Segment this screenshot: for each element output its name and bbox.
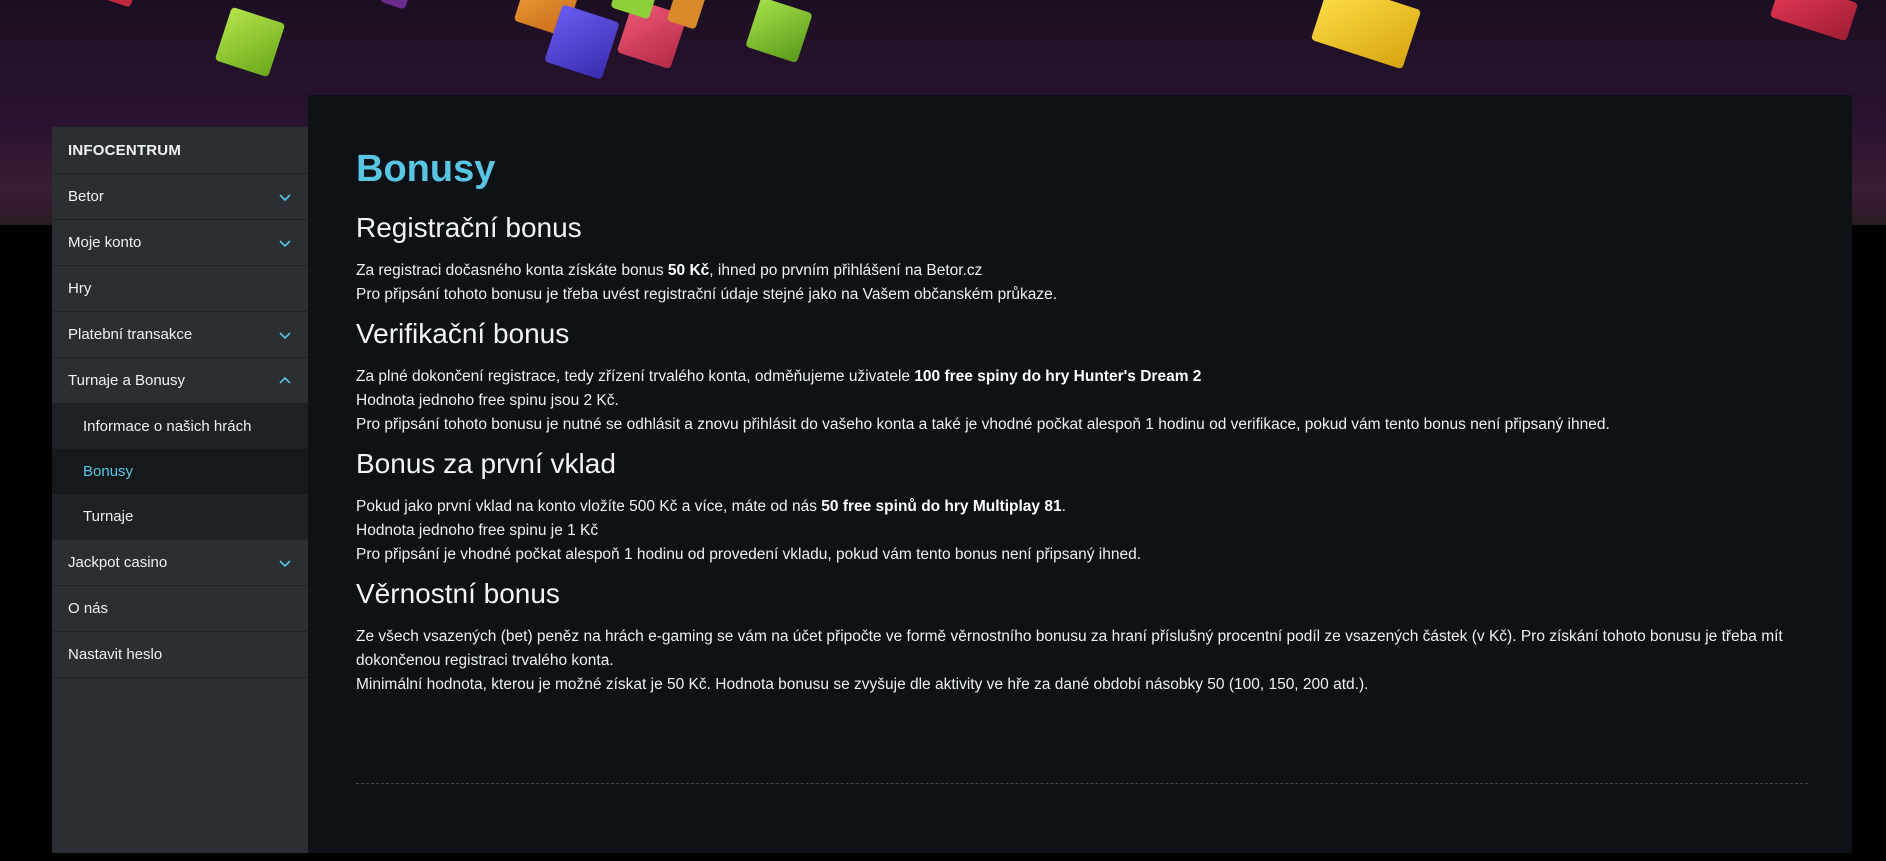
sidebar-heading: INFOCENTRUM — [52, 127, 308, 174]
sidebar-item-label: Betor — [68, 188, 104, 205]
decor-cube-red — [105, 0, 137, 8]
text-segment: Hodnota jednoho free spinu je 1 Kč — [356, 522, 599, 539]
sidebar-item-label: Nastavit heslo — [68, 646, 163, 663]
sidebar-item-hry[interactable]: Hry — [52, 266, 308, 312]
section-heading: Věrnostní bonus — [356, 578, 560, 609]
sidebar-item-label: Turnaje a Bonusy — [68, 372, 186, 389]
sidebar-item-moje-konto[interactable]: Moje konto — [52, 220, 308, 266]
sidebar: INFOCENTRUM Betor Moje konto Hry Platebn… — [52, 127, 308, 853]
text-bold: 100 free spiny do hry Hunter's Dream 2 — [914, 368, 1202, 385]
text-segment: Pro připsání je vhodné počkat alespoň 1 … — [356, 546, 1142, 563]
decor-cube-green2 — [745, 0, 813, 64]
sidebar-item-o-nas[interactable]: O nás — [52, 586, 308, 632]
sidebar-subitem-bonusy[interactable]: Bonusy — [52, 449, 308, 494]
section-heading: Registrační bonus — [356, 212, 582, 243]
chevron-down-icon — [279, 559, 291, 567]
decor-cube-yellow — [1310, 0, 1422, 70]
section-text: Ze všech vsazených (bet) peněz na hrách … — [356, 625, 1808, 697]
text-bold: 50 free spinů do hry Multiplay 81 — [821, 498, 1062, 515]
section-bonus-prvni-vklad: Bonus za první vklad Pokud jako první vk… — [356, 447, 1808, 567]
sidebar-item-label: Hry — [68, 280, 92, 297]
section-verifikacni-bonus: Verifikační bonus Za plné dokončení regi… — [356, 317, 1808, 437]
text-segment: Pro připsání tohoto bonusu je nutné se o… — [356, 416, 1610, 433]
decor-cube-purple — [379, 0, 411, 10]
sidebar-item-label: Platební transakce — [68, 326, 193, 343]
main-content: Bonusy Registrační bonus Za registraci d… — [308, 95, 1852, 853]
section-registracni-bonus: Registrační bonus Za registraci dočasnéh… — [356, 211, 1808, 307]
sidebar-item-turnaje-a-bonusy[interactable]: Turnaje a Bonusy — [52, 358, 308, 404]
divider — [356, 783, 1808, 784]
sidebar-subitem-turnaje[interactable]: Turnaje — [52, 494, 308, 540]
chevron-down-icon — [279, 239, 291, 247]
sidebar-item-nastavit-heslo[interactable]: Nastavit heslo — [52, 632, 308, 678]
sidebar-item-label: O nás — [68, 600, 109, 617]
sidebar-subitem-label: Bonusy — [83, 463, 134, 480]
sidebar-item-jackpot-casino[interactable]: Jackpot casino — [52, 540, 308, 586]
text-segment: Minimální hodnota, kterou je možné získa… — [356, 676, 1369, 693]
section-text: Za plné dokončení registrace, tedy zříze… — [356, 365, 1808, 437]
decor-cube-red2 — [1769, 0, 1859, 42]
chevron-down-icon — [279, 331, 291, 339]
text-segment: Hodnota jednoho free spinu jsou 2 Kč. — [356, 392, 619, 409]
chevron-up-icon — [279, 376, 291, 384]
text-segment: , ihned po prvním přihlášení na Betor.cz — [709, 262, 983, 279]
text-segment: Za registraci dočasného konta získáte bo… — [356, 262, 668, 279]
chevron-down-icon — [279, 193, 291, 201]
sidebar-item-platebni-transakce[interactable]: Platební transakce — [52, 312, 308, 358]
sidebar-item-label: Moje konto — [68, 234, 142, 251]
text-bold: 50 Kč — [667, 262, 710, 279]
sidebar-item-label: Jackpot casino — [68, 554, 168, 571]
text-segment: . — [1061, 498, 1066, 515]
sidebar-subitem-label: Informace o našich hrách — [83, 418, 252, 435]
sidebar-subitem-informace[interactable]: Informace o našich hrách — [52, 404, 308, 449]
sidebar-item-betor[interactable]: Betor — [52, 174, 308, 220]
text-segment: Pro připsání tohoto bonusu je třeba uvés… — [356, 286, 1058, 303]
section-heading: Verifikační bonus — [356, 318, 570, 349]
text-segment: Za plné dokončení registrace, tedy zříze… — [356, 368, 915, 385]
text-segment: Pokud jako první vklad na konto vložíte … — [356, 498, 822, 515]
page-title: Bonusy — [356, 148, 496, 190]
section-text: Pokud jako první vklad na konto vložíte … — [356, 495, 1808, 567]
section-text: Za registraci dočasného konta získáte bo… — [356, 259, 1808, 307]
text-segment: Ze všech vsazených (bet) peněz na hrách … — [356, 628, 1783, 669]
sidebar-subitem-label: Turnaje — [83, 508, 134, 525]
section-heading: Bonus za první vklad — [356, 448, 616, 479]
decor-cube-green — [214, 6, 286, 78]
section-vernostni-bonus: Věrnostní bonus Ze všech vsazených (bet)… — [356, 577, 1808, 697]
